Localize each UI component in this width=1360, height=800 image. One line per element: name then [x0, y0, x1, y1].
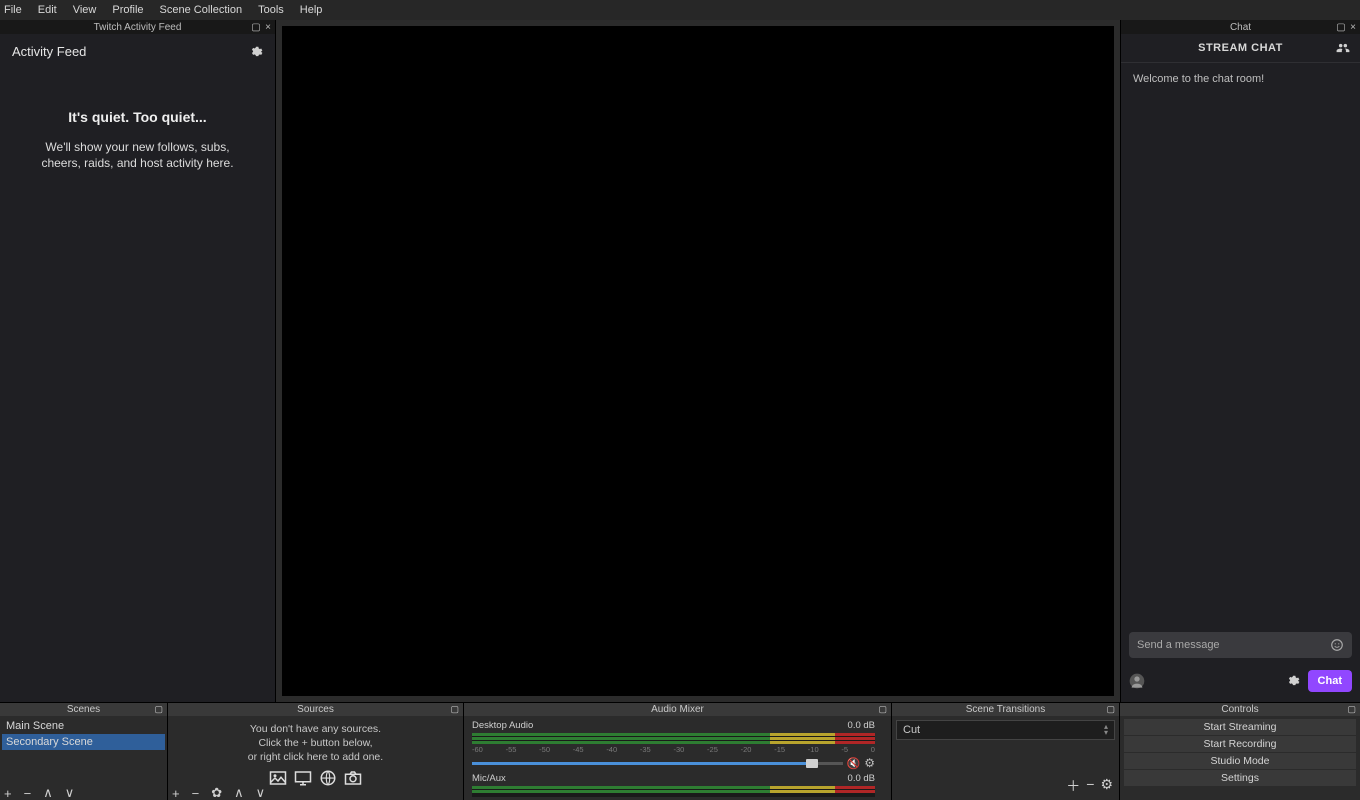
menu-file[interactable]: File	[0, 2, 30, 18]
gear-icon[interactable]	[249, 45, 263, 59]
chat-input-placeholder: Send a message	[1137, 639, 1220, 651]
mixer-channel-level: 0.0 dB	[848, 773, 875, 784]
activity-dock-close-icon[interactable]: ×	[263, 22, 273, 33]
sources-body[interactable]: You don't have any sources. Click the + …	[168, 716, 463, 800]
sources-header: Sources▢	[168, 703, 463, 716]
transitions-popout-icon[interactable]: ▢	[1106, 704, 1115, 715]
menu-scene-collection[interactable]: Scene Collection	[152, 2, 251, 18]
activity-feed-title: Activity Feed	[12, 44, 86, 59]
chat-dock-popout-icon[interactable]: ▢	[1336, 22, 1346, 33]
remove-scene-icon[interactable]: −	[24, 786, 32, 800]
image-icon	[267, 769, 289, 787]
volume-slider[interactable]	[472, 762, 843, 765]
controls-popout-icon[interactable]: ▢	[1347, 704, 1356, 715]
controls-dock: Controls▢ Start Streaming Start Recordin…	[1120, 703, 1360, 800]
menu-view[interactable]: View	[65, 2, 105, 18]
scene-item[interactable]: Main Scene	[2, 718, 165, 734]
studio-mode-button[interactable]: Studio Mode	[1124, 753, 1356, 769]
chat-welcome-message: Welcome to the chat room!	[1133, 73, 1264, 85]
sources-empty-line3: or right click here to add one.	[170, 750, 461, 764]
menubar: File Edit View Profile Scene Collection …	[0, 0, 1360, 20]
chat-tab-label: Chat	[1230, 22, 1251, 33]
source-settings-icon[interactable]: ✿	[211, 785, 222, 800]
chat-settings-icon[interactable]	[1286, 674, 1300, 688]
mixer-channel-level: 0.0 dB	[848, 720, 875, 731]
settings-button[interactable]: Settings	[1124, 770, 1356, 786]
mixer-popout-icon[interactable]: ▢	[878, 704, 887, 715]
globe-icon	[317, 769, 339, 787]
scenes-dock: Scenes▢ Main Scene Secondary Scene + − ∧…	[0, 703, 168, 800]
controls-header: Controls▢	[1120, 703, 1360, 716]
remove-transition-icon[interactable]: −	[1086, 776, 1094, 796]
chat-send-button[interactable]: Chat	[1308, 670, 1352, 692]
activity-feed-tab-label: Twitch Activity Feed	[94, 22, 182, 33]
transition-select[interactable]: Cut ▴▾	[896, 720, 1115, 740]
sources-popout-icon[interactable]: ▢	[450, 704, 459, 715]
chat-panel: Chat ▢ × STREAM CHAT Welcome to the chat…	[1120, 20, 1360, 702]
preview-area[interactable]	[276, 20, 1120, 702]
activity-dock-popout-icon[interactable]: ▢	[251, 22, 261, 33]
scene-list: Main Scene Secondary Scene	[2, 718, 165, 750]
menu-profile[interactable]: Profile	[104, 2, 151, 18]
sources-empty-line1: You don't have any sources.	[170, 722, 461, 736]
source-up-icon[interactable]: ∧	[234, 785, 244, 800]
mixer-channel: Mic/Aux 0.0 dB	[466, 771, 889, 798]
stream-chat-title: STREAM CHAT	[1198, 42, 1283, 54]
start-recording-button[interactable]: Start Recording	[1124, 736, 1356, 752]
audio-mixer-header: Audio Mixer▢	[464, 703, 891, 716]
start-streaming-button[interactable]: Start Streaming	[1124, 719, 1356, 735]
menu-tools[interactable]: Tools	[250, 2, 292, 18]
monitor-icon	[292, 769, 314, 787]
chat-messages: Welcome to the chat room!	[1121, 63, 1360, 624]
scenes-popout-icon[interactable]: ▢	[154, 704, 163, 715]
source-down-icon[interactable]: ∨	[256, 785, 266, 800]
activity-feed-panel: Twitch Activity Feed ▢ × Activity Feed I…	[0, 20, 276, 702]
meter-ticks: -60-55-50-45-40-35-30-25-20-15-10-50	[472, 745, 875, 754]
sources-dock: Sources▢ You don't have any sources. Cli…	[168, 703, 464, 800]
preview-canvas	[282, 26, 1114, 696]
mute-icon[interactable]: 🔇	[847, 757, 861, 770]
menu-help[interactable]: Help	[292, 2, 331, 18]
chat-tab[interactable]: Chat ▢ ×	[1121, 20, 1360, 34]
transitions-header: Scene Transitions▢	[892, 703, 1119, 716]
emote-icon[interactable]	[1330, 638, 1344, 652]
users-icon[interactable]	[1336, 41, 1350, 55]
chat-dock-close-icon[interactable]: ×	[1348, 22, 1358, 33]
activity-feed-tab[interactable]: Twitch Activity Feed ▢ ×	[0, 20, 275, 34]
remove-source-icon[interactable]: −	[192, 786, 200, 800]
add-transition-icon[interactable]: ＋	[1066, 776, 1080, 796]
mixer-channel-name: Mic/Aux	[472, 773, 506, 784]
activity-empty-title: It's quiet. Too quiet...	[20, 109, 255, 125]
sources-empty-line2: Click the + button below,	[170, 736, 461, 750]
channel-gear-icon[interactable]: ⚙	[864, 756, 875, 770]
scene-item[interactable]: Secondary Scene	[2, 734, 165, 750]
audio-mixer-dock: Audio Mixer▢ Desktop Audio 0.0 dB -60-55…	[464, 703, 892, 800]
audio-meter	[472, 786, 875, 797]
activity-empty-line2: cheers, raids, and host activity here.	[20, 155, 255, 171]
transitions-dock: Scene Transitions▢ Cut ▴▾ ＋ − ⚙	[892, 703, 1120, 800]
scenes-header: Scenes▢	[0, 703, 167, 716]
transition-selected: Cut	[903, 724, 920, 736]
add-source-icon[interactable]: +	[172, 786, 180, 800]
camera-icon	[342, 769, 364, 787]
avatar-icon[interactable]	[1129, 673, 1145, 689]
menu-edit[interactable]: Edit	[30, 2, 65, 18]
updown-icon: ▴▾	[1104, 724, 1108, 735]
scene-up-icon[interactable]: ∧	[43, 785, 53, 800]
chat-input[interactable]: Send a message	[1129, 632, 1352, 658]
mixer-channel-name: Desktop Audio	[472, 720, 533, 731]
add-scene-icon[interactable]: +	[4, 786, 12, 800]
activity-empty-line1: We'll show your new follows, subs,	[20, 139, 255, 155]
audio-meter	[472, 733, 875, 744]
transition-gear-icon[interactable]: ⚙	[1100, 776, 1113, 796]
mixer-channel: Desktop Audio 0.0 dB -60-55-50-45-40-35-…	[466, 718, 889, 771]
scene-down-icon[interactable]: ∨	[65, 785, 75, 800]
